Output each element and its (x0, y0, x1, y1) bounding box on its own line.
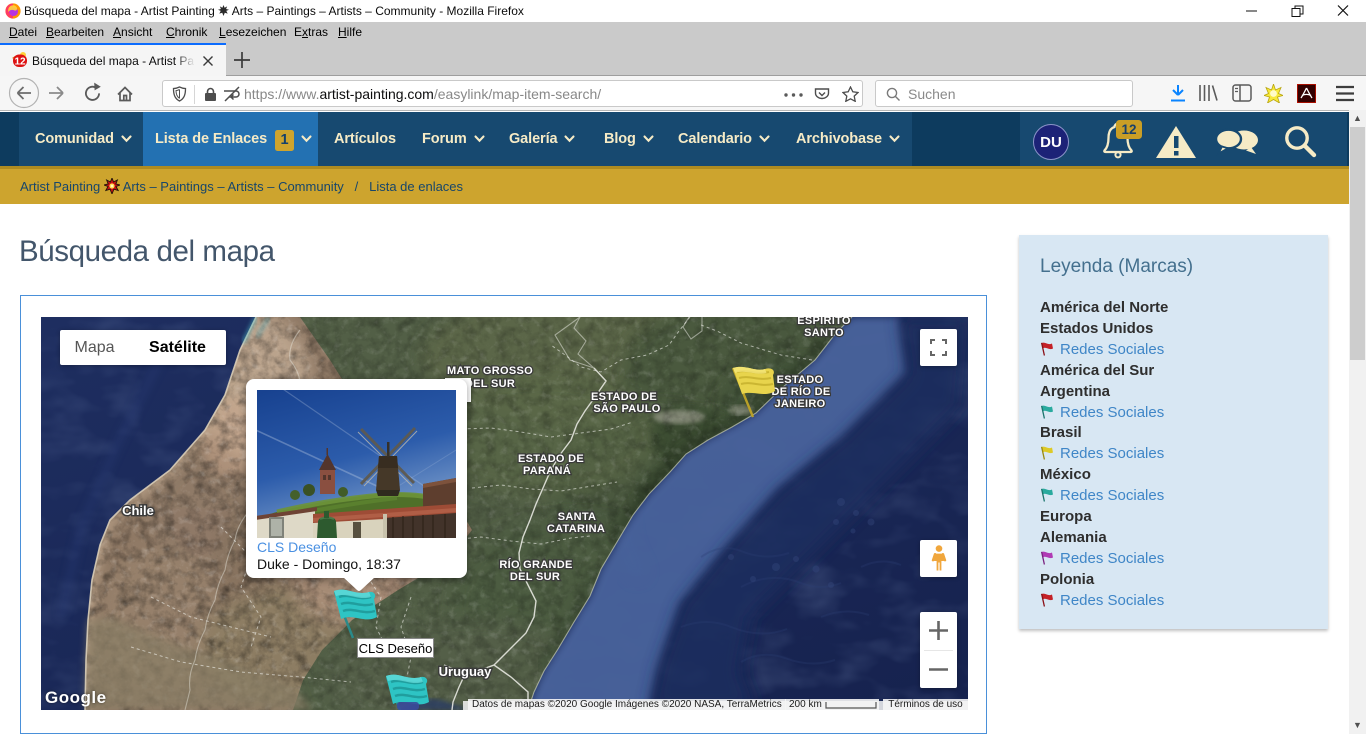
svg-text:DEL SUR: DEL SUR (510, 571, 560, 583)
svg-text:ESTADO: ESTADO (777, 374, 824, 386)
svg-text:ESTADO DE: ESTADO DE (591, 391, 657, 403)
svg-text:ESTADO DE: ESTADO DE (518, 453, 584, 465)
svg-text:Uruguay: Uruguay (439, 664, 493, 679)
svg-text:Chile: Chile (122, 503, 154, 518)
svg-text:CATARINA: CATARINA (547, 523, 605, 535)
svg-text:MATO GROSSO: MATO GROSSO (447, 365, 533, 377)
svg-text:12: 12 (14, 57, 26, 68)
svg-text:DE RÍO DE: DE RÍO DE (772, 385, 831, 398)
svg-text:SÃO PAULO: SÃO PAULO (593, 402, 660, 415)
svg-text:SANTO: SANTO (804, 327, 844, 339)
svg-text:DEL SUR: DEL SUR (465, 378, 515, 390)
svg-text:SANTA: SANTA (558, 511, 597, 523)
svg-text:JANEIRO: JANEIRO (775, 398, 826, 410)
svg-text:ESPIRITO: ESPIRITO (797, 317, 851, 327)
svg-text:12: 12 (1121, 122, 1136, 137)
svg-text:PARANÁ: PARANÁ (523, 464, 571, 477)
svg-text:RÍO GRANDE: RÍO GRANDE (499, 558, 572, 571)
